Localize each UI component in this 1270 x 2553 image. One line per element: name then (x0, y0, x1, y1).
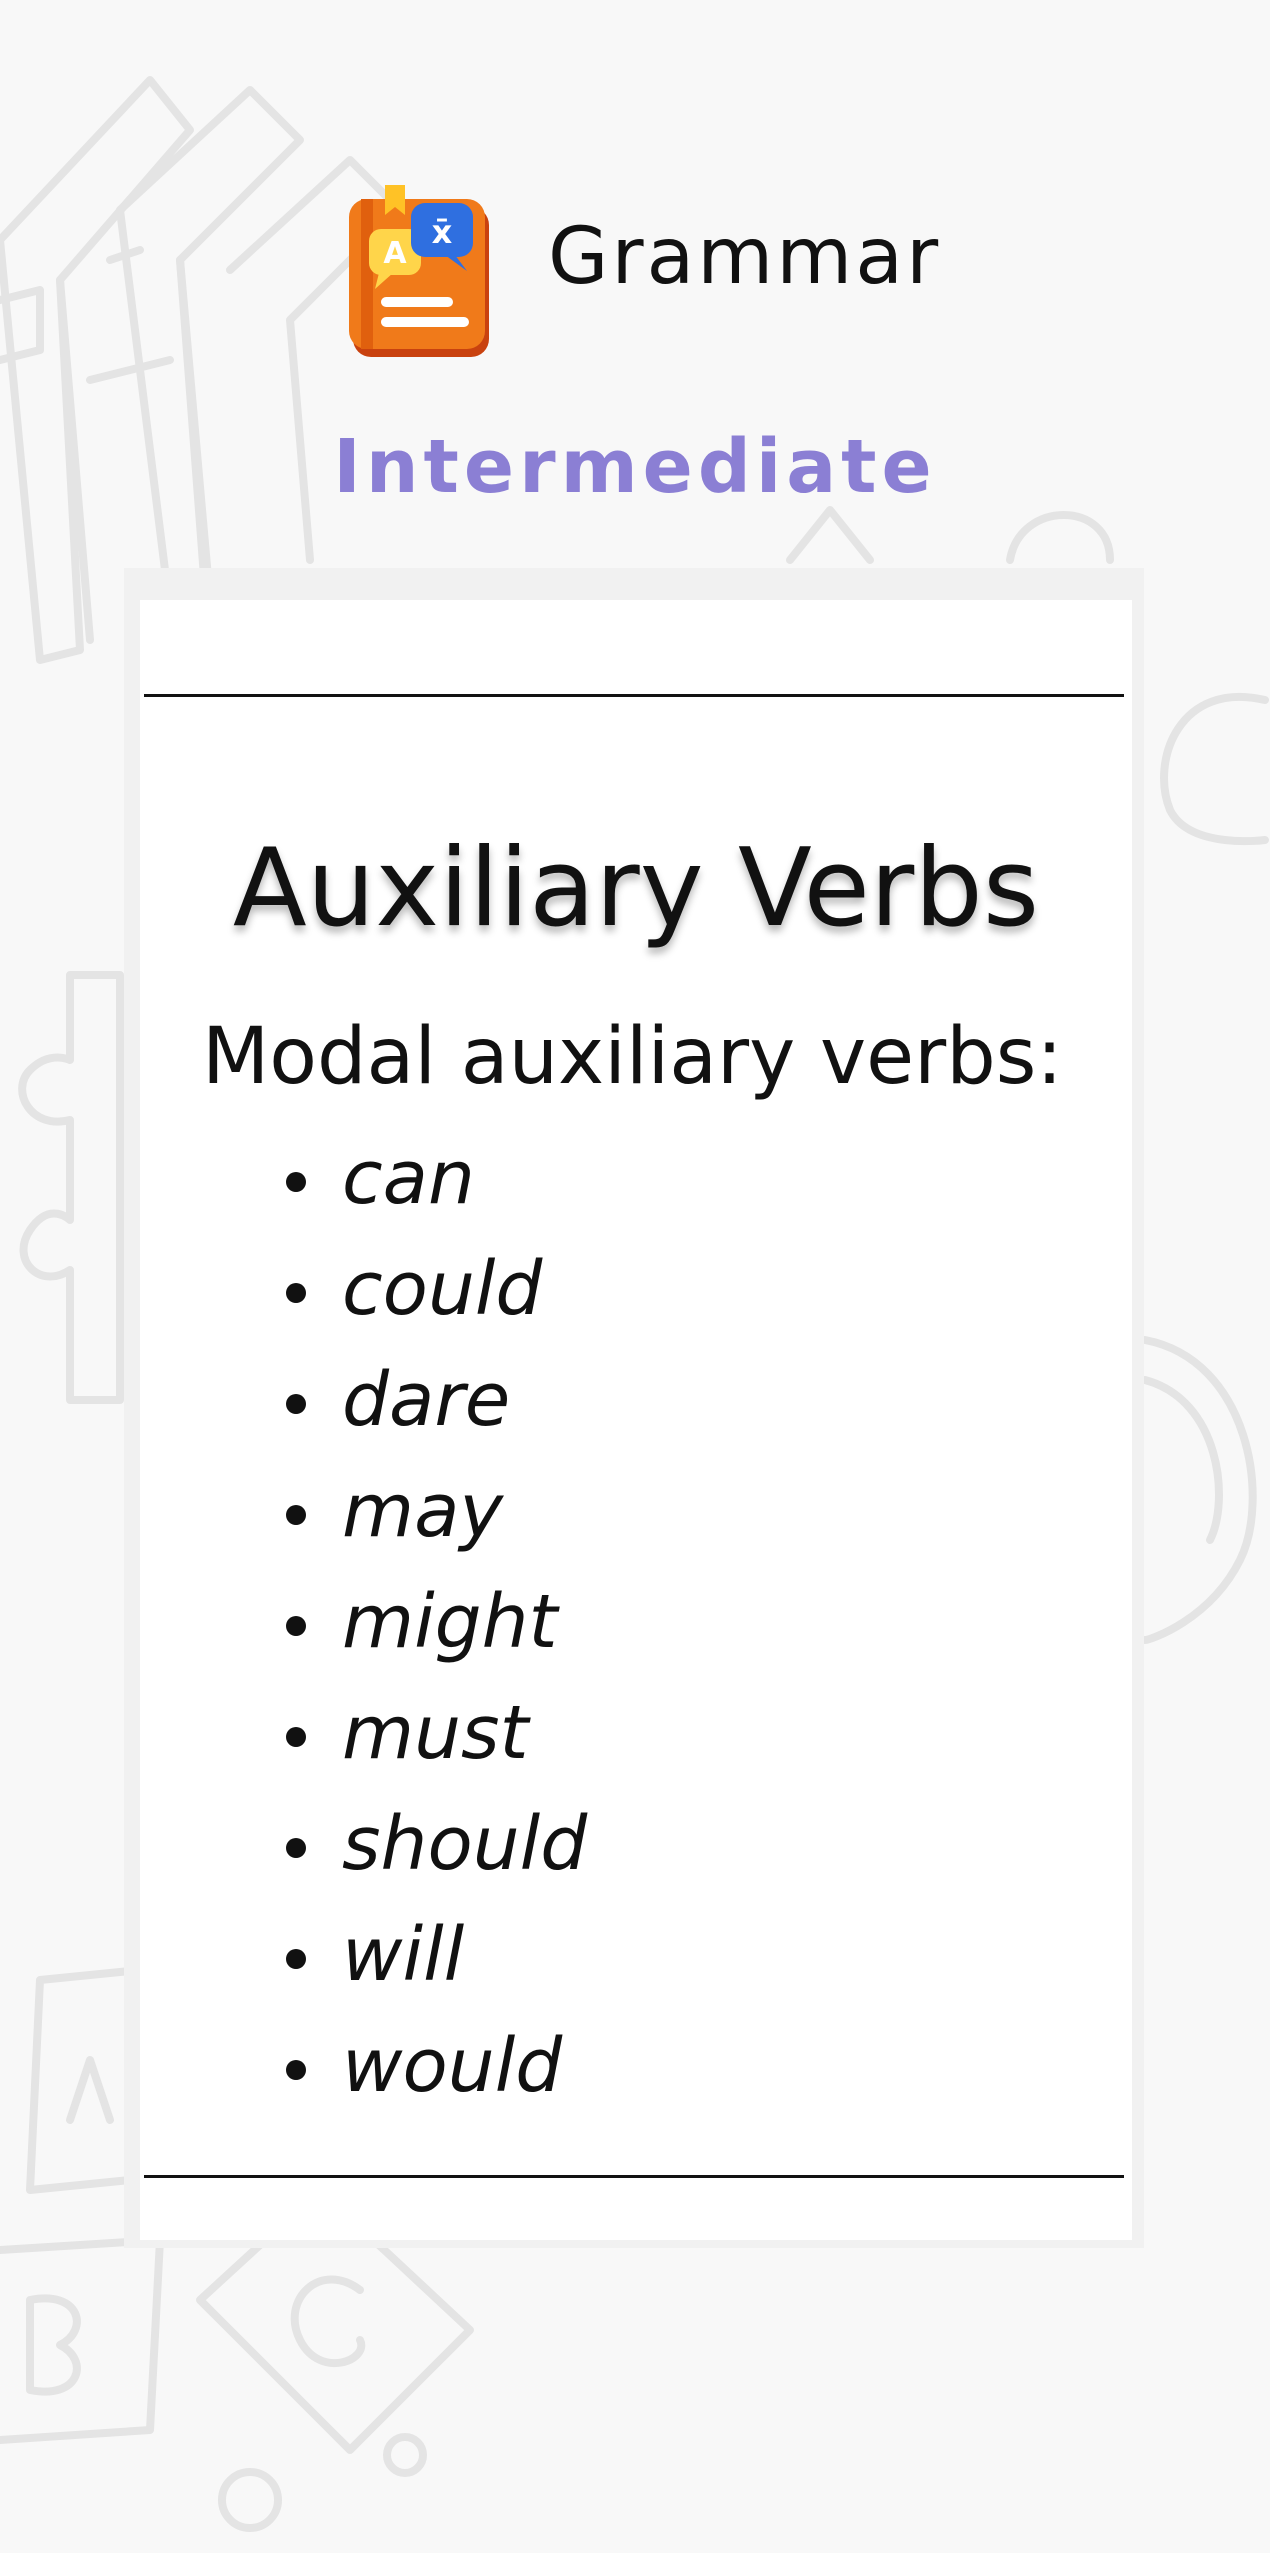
bottom-divider (144, 2175, 1124, 2178)
bullet-icon (286, 2060, 306, 2080)
section-heading: Modal auxiliary verbs: (202, 1012, 1063, 1102)
list-item: dare (140, 1352, 840, 1463)
bullet-icon (286, 1172, 306, 1192)
list-item: must (140, 1685, 840, 1796)
verb-label: should (342, 1801, 588, 1887)
list-item: would (140, 2018, 840, 2129)
verb-label: could (342, 1246, 543, 1332)
header: A x̄ Grammar Intermediate (0, 0, 1270, 540)
bullet-icon (286, 1283, 306, 1303)
level-label: Intermediate (333, 424, 937, 510)
list-item: should (140, 1796, 840, 1907)
cup-doodle-icon (1141, 1336, 1257, 1644)
svg-text:A: A (383, 236, 407, 271)
verb-label: dare (342, 1357, 511, 1443)
verb-label: must (342, 1690, 529, 1776)
lesson-title: Auxiliary Verbs (232, 826, 1040, 951)
bullet-icon (286, 1505, 306, 1525)
modal-verb-list: can could dare may might must should wil… (140, 1130, 840, 2129)
list-item: can (140, 1130, 840, 1241)
svg-text:x̄: x̄ (432, 213, 453, 251)
verb-label: might (342, 1579, 558, 1665)
verb-label: may (342, 1468, 504, 1554)
lesson-card: Auxiliary Verbs Modal auxiliary verbs: c… (140, 600, 1132, 2240)
verb-label: would (342, 2023, 563, 2109)
list-item: could (140, 1241, 840, 1352)
list-item: might (140, 1574, 840, 1685)
bullet-icon (286, 1727, 306, 1747)
bullet-icon (286, 1949, 306, 1969)
top-divider (144, 694, 1124, 697)
grammar-book-icon: A x̄ (349, 185, 489, 357)
bullet-icon (286, 1394, 306, 1414)
puzzle-doodle-icon (18, 971, 124, 1404)
bullet-icon (286, 1838, 306, 1858)
list-item: will (140, 1907, 840, 2018)
verb-label: can (342, 1135, 475, 1221)
list-item: may (140, 1463, 840, 1574)
bullet-icon (286, 1616, 306, 1636)
app-title: Grammar (548, 212, 942, 302)
verb-label: will (342, 1912, 465, 1998)
